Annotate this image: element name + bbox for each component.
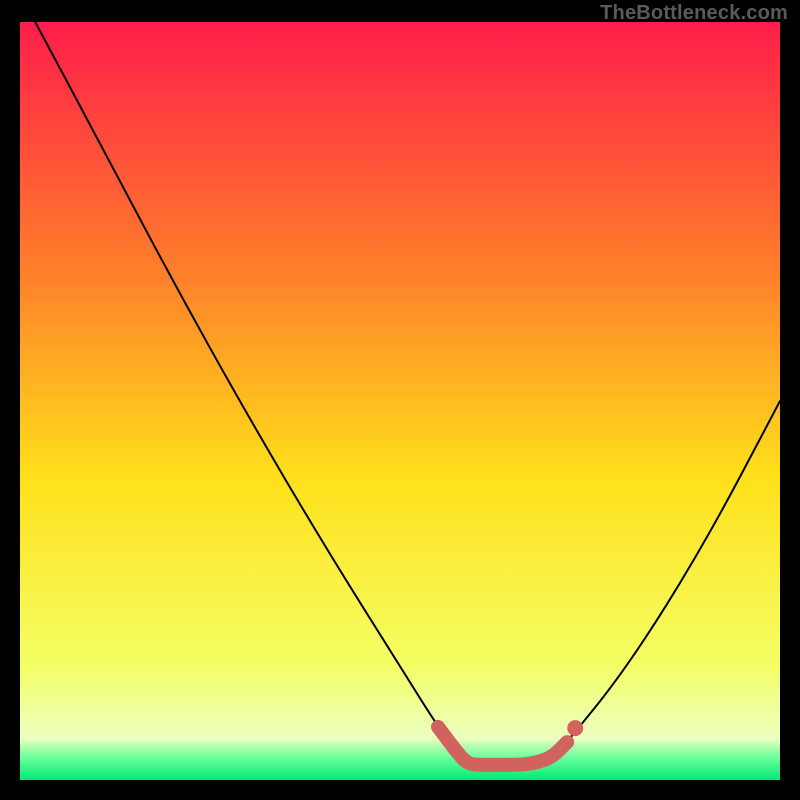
plot-area bbox=[20, 22, 780, 780]
curve-line bbox=[35, 22, 780, 765]
bottleneck-curve bbox=[20, 22, 780, 780]
highlight-endcap bbox=[567, 720, 583, 736]
curve-highlight bbox=[438, 727, 567, 765]
chart-frame: TheBottleneck.com bbox=[0, 0, 800, 800]
